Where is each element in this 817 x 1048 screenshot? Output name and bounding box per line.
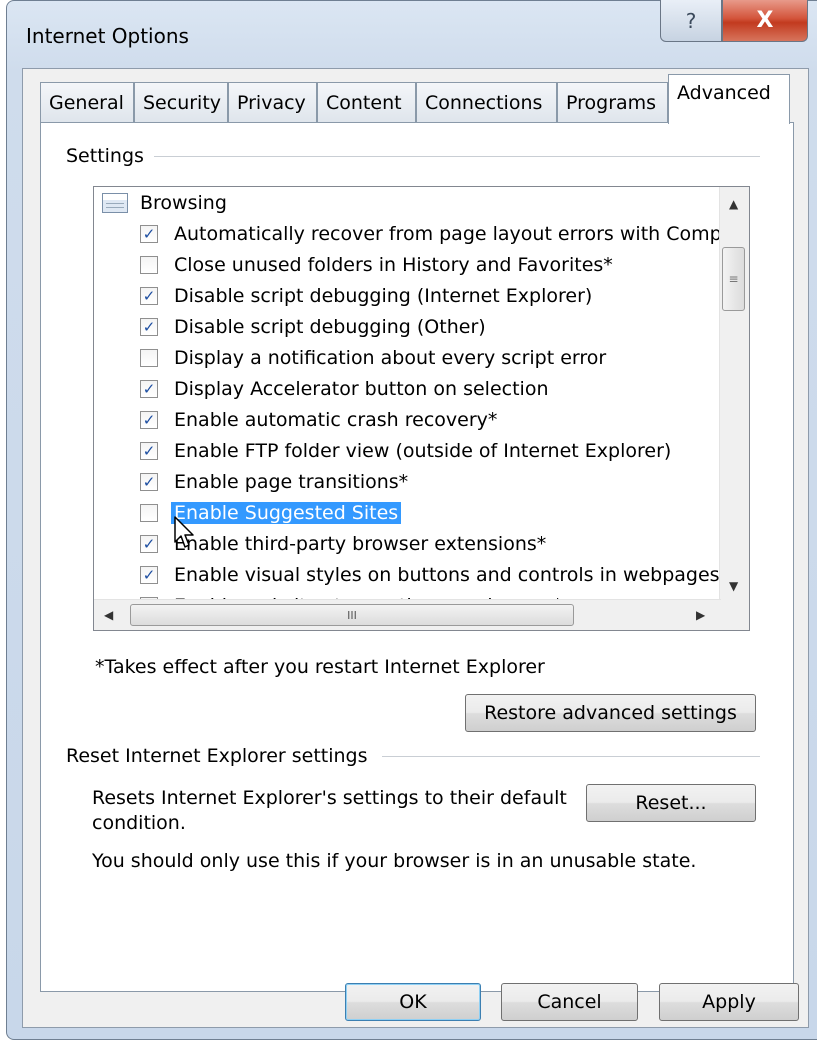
setting-item[interactable]: Close unused folders in History and Favo… bbox=[140, 249, 613, 280]
tab-label: Privacy bbox=[237, 92, 306, 114]
settings-listbox[interactable]: Browsing ✓ Automatically recover from pag… bbox=[93, 186, 750, 631]
tab-label: Content bbox=[326, 92, 402, 114]
ok-button[interactable]: OK bbox=[345, 983, 481, 1021]
setting-label: Display Accelerator button on selection bbox=[174, 377, 549, 400]
setting-label: Enable FTP folder view (outside of Inter… bbox=[174, 439, 672, 462]
setting-item[interactable]: ✓ Enable FTP folder view (outside of Inte… bbox=[140, 435, 671, 466]
vertical-scrollbar[interactable]: ▲ ≡ ▼ bbox=[719, 187, 749, 600]
tab-security[interactable]: Security bbox=[134, 82, 228, 122]
setting-label: Close unused folders in History and Favo… bbox=[174, 253, 613, 276]
tab-general[interactable]: General bbox=[40, 82, 134, 122]
tab-label: Security bbox=[143, 92, 222, 114]
window-title: Internet Options bbox=[26, 24, 189, 48]
horizontal-scrollbar[interactable]: ◀ III ▶ bbox=[94, 599, 721, 630]
mouse-cursor-icon bbox=[174, 516, 194, 548]
setting-label: Enable visual styles on buttons and cont… bbox=[174, 563, 720, 586]
setting-label: Automatically recover from page layout e… bbox=[174, 222, 734, 245]
category-browsing: Browsing bbox=[102, 187, 227, 218]
setting-label: Enable third-party browser extensions* bbox=[174, 532, 547, 555]
restore-advanced-settings-button[interactable]: Restore advanced settings bbox=[465, 694, 756, 732]
cancel-button[interactable]: Cancel bbox=[501, 983, 638, 1021]
tab-label: Advanced bbox=[677, 82, 771, 104]
setting-item[interactable]: Display a notification about every scrip… bbox=[140, 342, 606, 373]
setting-label: Enable page transitions* bbox=[174, 470, 409, 493]
checkbox-unchecked[interactable] bbox=[140, 348, 158, 367]
setting-label: Disable script debugging (Internet Explo… bbox=[174, 284, 593, 307]
category-label: Browsing bbox=[140, 191, 227, 214]
close-button[interactable]: X bbox=[722, 0, 808, 42]
checkbox-checked[interactable]: ✓ bbox=[140, 286, 158, 305]
checkbox-checked[interactable]: ✓ bbox=[140, 317, 158, 336]
apply-button[interactable]: Apply bbox=[659, 983, 799, 1021]
setting-item[interactable]: ✓ Enable page transitions* bbox=[140, 466, 408, 497]
checkbox-checked[interactable]: ✓ bbox=[140, 379, 158, 398]
checkbox-checked[interactable]: ✓ bbox=[140, 534, 158, 553]
tab-connections[interactable]: Connections bbox=[416, 82, 557, 122]
setting-item[interactable]: ✓ Disable script debugging (Other) bbox=[140, 311, 486, 342]
checkbox-checked[interactable]: ✓ bbox=[140, 565, 158, 584]
setting-label: Display a notification about every scrip… bbox=[174, 346, 607, 369]
setting-item[interactable]: ✓ Enable third-party browser extensions* bbox=[140, 528, 546, 559]
tab-programs[interactable]: Programs bbox=[557, 82, 668, 122]
category-icon bbox=[102, 192, 128, 213]
help-icon: ? bbox=[685, 8, 697, 33]
checkbox-checked[interactable]: ✓ bbox=[140, 224, 158, 243]
tab-label: General bbox=[49, 92, 124, 114]
checkbox-checked[interactable]: ✓ bbox=[140, 472, 158, 491]
tab-label: Connections bbox=[425, 92, 543, 114]
setting-item[interactable]: ✓ Disable script debugging (Internet Expl… bbox=[140, 280, 592, 311]
setting-item[interactable]: ✓ Automatically recover from page layout … bbox=[140, 218, 733, 249]
setting-item[interactable]: ✓ Enable visual styles on buttons and con… bbox=[140, 559, 720, 590]
checkbox-unchecked[interactable] bbox=[140, 503, 158, 522]
checkbox-checked[interactable]: ✓ bbox=[140, 441, 158, 460]
reset-button[interactable]: Reset... bbox=[586, 784, 756, 822]
setting-label: Enable Suggested Sites bbox=[171, 501, 402, 524]
scroll-left-icon[interactable]: ◀ bbox=[104, 608, 113, 622]
tab-label: Programs bbox=[566, 92, 657, 114]
setting-item[interactable]: ✓ Display Accelerator button on selection bbox=[140, 373, 548, 404]
tab-privacy[interactable]: Privacy bbox=[228, 82, 317, 122]
horizontal-scroll-thumb[interactable]: III bbox=[130, 604, 574, 626]
scrollbar-corner bbox=[720, 600, 749, 630]
checkbox-checked[interactable]: ✓ bbox=[140, 410, 158, 429]
help-button[interactable]: ? bbox=[660, 0, 722, 42]
tab-advanced[interactable]: Advanced bbox=[668, 74, 790, 124]
vertical-scroll-thumb[interactable]: ≡ bbox=[722, 247, 745, 311]
setting-label: Enable automatic crash recovery* bbox=[174, 408, 498, 431]
close-icon: X bbox=[756, 8, 774, 33]
tab-content[interactable]: Content bbox=[317, 82, 416, 122]
scroll-right-icon[interactable]: ▶ bbox=[696, 608, 705, 622]
scroll-down-icon[interactable]: ▼ bbox=[729, 579, 738, 593]
setting-label: Disable script debugging (Other) bbox=[174, 315, 486, 338]
checkbox-unchecked[interactable] bbox=[140, 255, 158, 274]
scroll-up-icon[interactable]: ▲ bbox=[729, 197, 738, 211]
setting-item[interactable]: ✓ Enable automatic crash recovery* bbox=[140, 404, 497, 435]
